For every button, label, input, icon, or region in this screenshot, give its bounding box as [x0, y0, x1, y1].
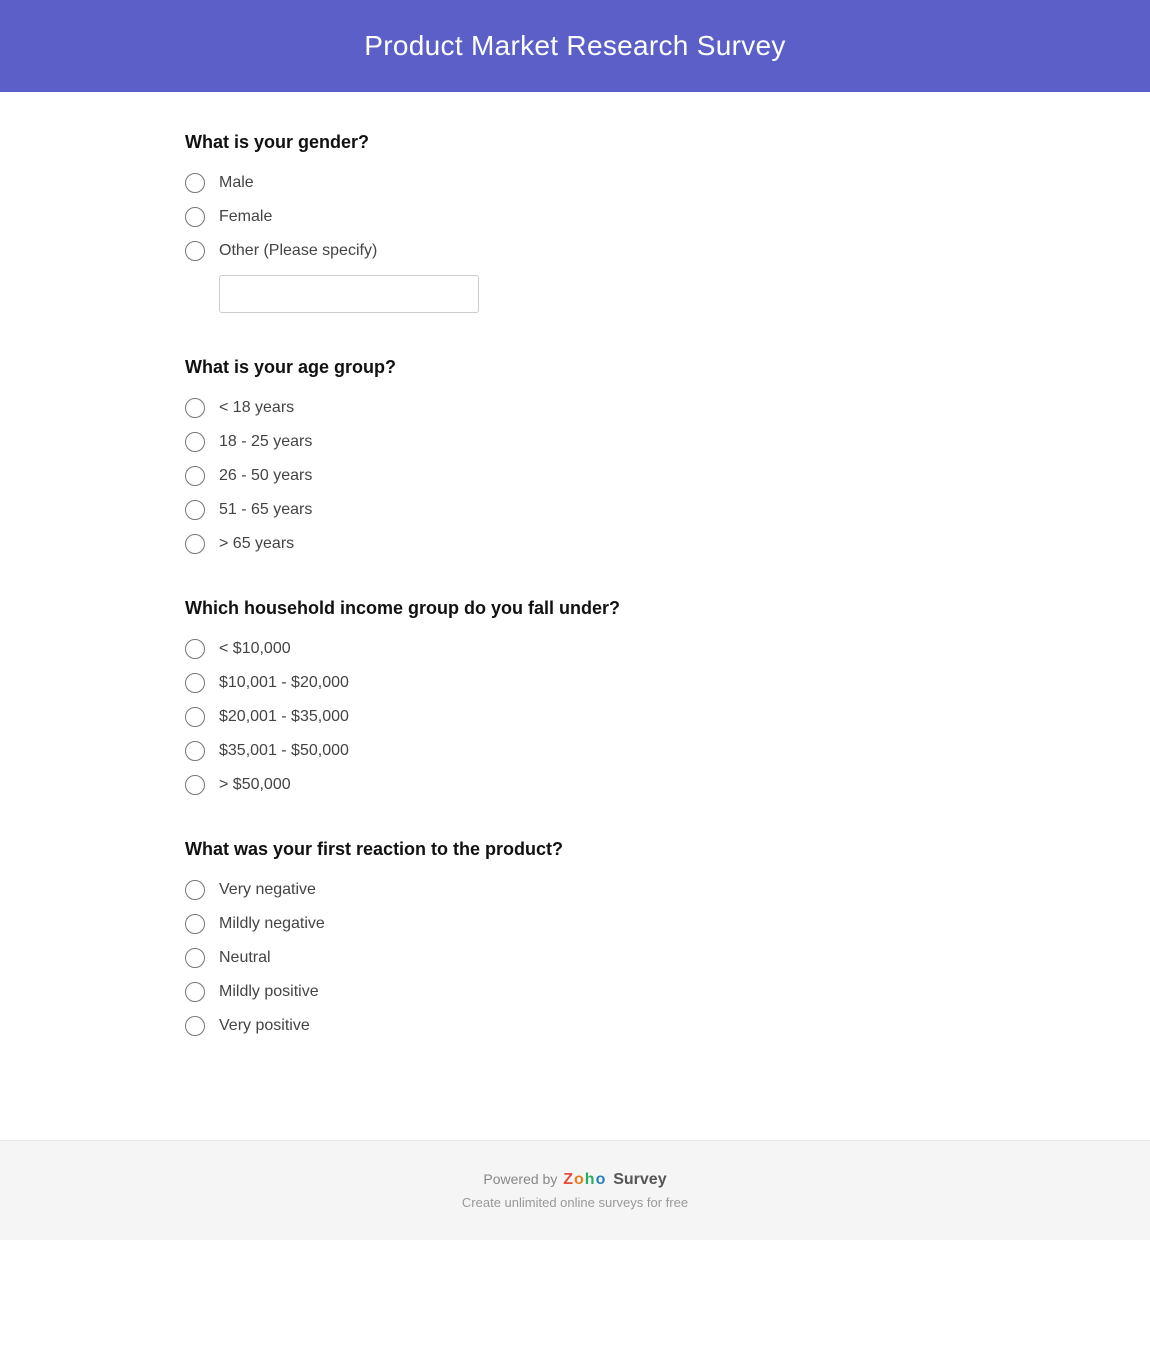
- option-age-26-50: 26 - 50 years: [185, 466, 965, 486]
- question-age-title: What is your age group?: [185, 357, 965, 378]
- survey-title: Product Market Research Survey: [20, 30, 1130, 62]
- option-mildly-negative: Mildly negative: [185, 914, 965, 934]
- survey-footer: Powered by Zoho Survey Create unlimited …: [0, 1140, 1150, 1240]
- option-female: Female: [185, 207, 965, 227]
- footer-tagline: Create unlimited online surveys for free: [20, 1195, 1130, 1210]
- label-mildly-negative[interactable]: Mildly negative: [219, 915, 325, 933]
- label-age-51-65[interactable]: 51 - 65 years: [219, 501, 312, 519]
- option-very-positive: Very positive: [185, 1016, 965, 1036]
- radio-income-under10k[interactable]: [185, 639, 205, 659]
- option-age-under18: < 18 years: [185, 398, 965, 418]
- option-age-over65: > 65 years: [185, 534, 965, 554]
- radio-income-35-50k[interactable]: [185, 741, 205, 761]
- label-mildly-positive[interactable]: Mildly positive: [219, 983, 319, 1001]
- radio-mildly-positive[interactable]: [185, 982, 205, 1002]
- radio-mildly-negative[interactable]: [185, 914, 205, 934]
- question-gender: What is your gender? Male Female Other (…: [185, 132, 965, 313]
- label-income-over50k[interactable]: > $50,000: [219, 776, 291, 794]
- radio-income-over50k[interactable]: [185, 775, 205, 795]
- radio-income-20-35k[interactable]: [185, 707, 205, 727]
- zoho-o1: o: [574, 1171, 584, 1189]
- label-other[interactable]: Other (Please specify): [219, 242, 377, 260]
- option-income-20-35k: $20,001 - $35,000: [185, 707, 965, 727]
- radio-very-positive[interactable]: [185, 1016, 205, 1036]
- label-income-20-35k[interactable]: $20,001 - $35,000: [219, 708, 349, 726]
- option-neutral: Neutral: [185, 948, 965, 968]
- footer-powered-by: Powered by Zoho Survey: [20, 1171, 1130, 1189]
- label-income-10-20k[interactable]: $10,001 - $20,000: [219, 674, 349, 692]
- radio-neutral[interactable]: [185, 948, 205, 968]
- radio-age-26-50[interactable]: [185, 466, 205, 486]
- label-female[interactable]: Female: [219, 208, 272, 226]
- option-other: Other (Please specify): [185, 241, 965, 261]
- survey-body: What is your gender? Male Female Other (…: [125, 92, 1025, 1140]
- option-male: Male: [185, 173, 965, 193]
- label-income-35-50k[interactable]: $35,001 - $50,000: [219, 742, 349, 760]
- question-income-title: Which household income group do you fall…: [185, 598, 965, 619]
- question-age: What is your age group? < 18 years 18 - …: [185, 357, 965, 554]
- zoho-logo: Zoho: [563, 1171, 605, 1189]
- radio-other[interactable]: [185, 241, 205, 261]
- option-mildly-positive: Mildly positive: [185, 982, 965, 1002]
- other-specify-input[interactable]: [219, 275, 479, 313]
- option-income-35-50k: $35,001 - $50,000: [185, 741, 965, 761]
- question-reaction-title: What was your first reaction to the prod…: [185, 839, 965, 860]
- label-very-positive[interactable]: Very positive: [219, 1017, 310, 1035]
- label-neutral[interactable]: Neutral: [219, 949, 271, 967]
- label-age-18-25[interactable]: 18 - 25 years: [219, 433, 312, 451]
- label-income-under10k[interactable]: < $10,000: [219, 640, 291, 658]
- option-very-negative: Very negative: [185, 880, 965, 900]
- label-age-26-50[interactable]: 26 - 50 years: [219, 467, 312, 485]
- question-income: Which household income group do you fall…: [185, 598, 965, 795]
- label-age-over65[interactable]: > 65 years: [219, 535, 294, 553]
- radio-age-18-25[interactable]: [185, 432, 205, 452]
- powered-by-text: Powered by: [483, 1171, 557, 1187]
- radio-age-under18[interactable]: [185, 398, 205, 418]
- option-age-51-65: 51 - 65 years: [185, 500, 965, 520]
- radio-age-51-65[interactable]: [185, 500, 205, 520]
- question-reaction: What was your first reaction to the prod…: [185, 839, 965, 1036]
- radio-income-10-20k[interactable]: [185, 673, 205, 693]
- label-very-negative[interactable]: Very negative: [219, 881, 316, 899]
- label-male[interactable]: Male: [219, 174, 254, 192]
- option-income-over50k: > $50,000: [185, 775, 965, 795]
- option-income-under10k: < $10,000: [185, 639, 965, 659]
- zoho-o2: o: [596, 1171, 606, 1189]
- radio-very-negative[interactable]: [185, 880, 205, 900]
- question-gender-title: What is your gender?: [185, 132, 965, 153]
- survey-header: Product Market Research Survey: [0, 0, 1150, 92]
- option-age-18-25: 18 - 25 years: [185, 432, 965, 452]
- zoho-h: h: [585, 1171, 595, 1189]
- option-income-10-20k: $10,001 - $20,000: [185, 673, 965, 693]
- radio-male[interactable]: [185, 173, 205, 193]
- survey-brand-label: Survey: [613, 1171, 666, 1188]
- zoho-z: Z: [563, 1171, 573, 1189]
- radio-age-over65[interactable]: [185, 534, 205, 554]
- label-age-under18[interactable]: < 18 years: [219, 399, 294, 417]
- radio-female[interactable]: [185, 207, 205, 227]
